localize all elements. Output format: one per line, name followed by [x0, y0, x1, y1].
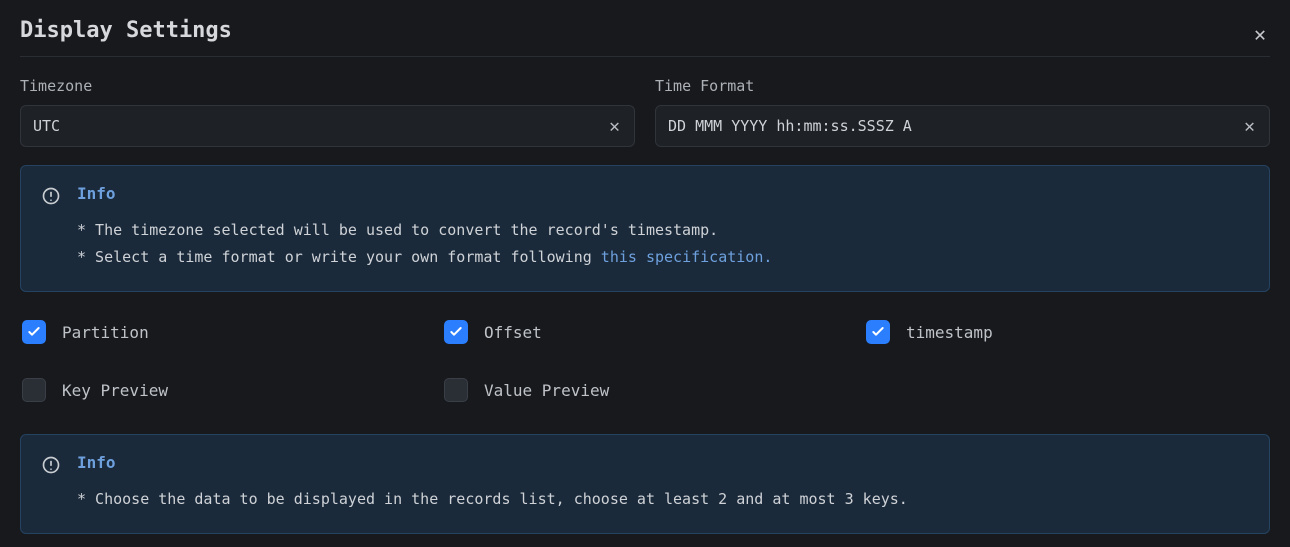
check-icon — [448, 324, 464, 340]
close-icon: ✕ — [1254, 22, 1266, 46]
key-preview-checkbox[interactable] — [22, 378, 46, 402]
timezone-clear-icon[interactable]: ✕ — [607, 116, 622, 137]
check-icon — [26, 324, 42, 340]
time-format-label: Time Format — [655, 77, 1270, 95]
info-text-line: * Select a time format or write your own… — [77, 244, 1249, 271]
info-text-line: * The timezone selected will be used to … — [77, 217, 1249, 244]
timestamp-label: timestamp — [906, 323, 993, 342]
info-text-line: * Choose the data to be displayed in the… — [77, 486, 1249, 513]
offset-label: Offset — [484, 323, 542, 342]
value-preview-label: Value Preview — [484, 381, 609, 400]
partition-label: Partition — [62, 323, 149, 342]
header-divider — [20, 56, 1270, 57]
timestamp-checkbox[interactable] — [866, 320, 890, 344]
time-format-input[interactable] — [668, 117, 1242, 135]
page-title: Display Settings — [20, 18, 232, 43]
time-format-clear-icon[interactable]: ✕ — [1242, 116, 1257, 137]
timezone-input[interactable] — [33, 117, 607, 135]
info-icon — [41, 186, 61, 206]
info-heading: Info — [77, 453, 1249, 472]
check-icon — [870, 324, 886, 340]
spec-link[interactable]: this specification. — [601, 248, 773, 266]
info-box-keys: Info * Choose the data to be displayed i… — [20, 434, 1270, 534]
key-preview-label: Key Preview — [62, 381, 168, 400]
timezone-select[interactable]: ✕ — [20, 105, 635, 147]
value-preview-checkbox[interactable] — [444, 378, 468, 402]
info-text-span: * Select a time format or write your own… — [77, 248, 601, 266]
time-format-select[interactable]: ✕ — [655, 105, 1270, 147]
info-icon — [41, 455, 61, 475]
partition-checkbox[interactable] — [22, 320, 46, 344]
timezone-label: Timezone — [20, 77, 635, 95]
close-button[interactable]: ✕ — [1254, 18, 1270, 44]
offset-checkbox[interactable] — [444, 320, 468, 344]
info-box-time: Info * The timezone selected will be use… — [20, 165, 1270, 292]
info-heading: Info — [77, 184, 1249, 203]
